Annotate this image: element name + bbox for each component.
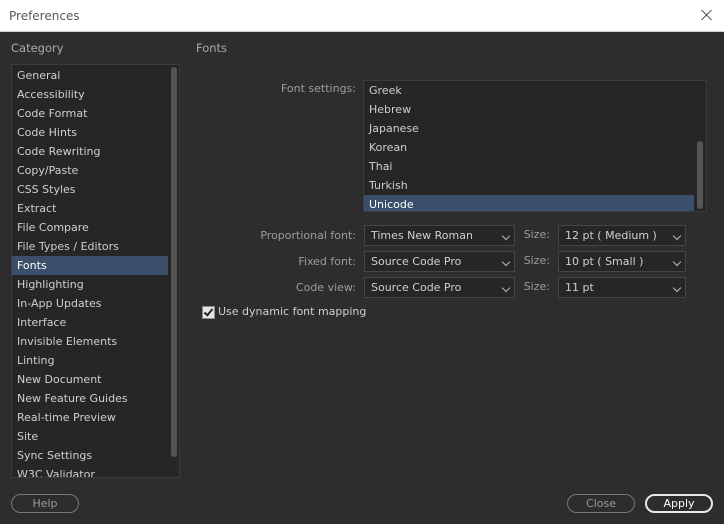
category-item[interactable]: Accessibility: [12, 85, 168, 104]
category-item[interactable]: File Types / Editors: [12, 237, 168, 256]
category-item[interactable]: Sync Settings: [12, 446, 168, 465]
chevron-down-icon: [672, 283, 682, 293]
chevron-down-icon: [501, 231, 511, 241]
category-item[interactable]: Code Format: [12, 104, 168, 123]
close-icon[interactable]: [698, 6, 716, 24]
code-view-label: Code view:: [295, 281, 356, 294]
category-item[interactable]: New Document: [12, 370, 168, 389]
code-view-size-label: Size:: [523, 280, 550, 293]
category-header: Category: [11, 41, 64, 55]
font-settings-item[interactable]: Greek: [364, 81, 694, 100]
proportional-font-select[interactable]: Times New Roman: [364, 225, 515, 246]
category-item[interactable]: General: [12, 66, 168, 85]
title-bar: Preferences: [0, 0, 724, 32]
font-settings-label: Font settings:: [280, 82, 356, 95]
category-item[interactable]: W3C Validator: [12, 465, 168, 477]
window-title: Preferences: [9, 9, 80, 23]
category-item[interactable]: Code Rewriting: [12, 142, 168, 161]
font-settings-item-selected[interactable]: Unicode: [364, 195, 694, 211]
category-item[interactable]: Extract: [12, 199, 168, 218]
category-item[interactable]: Real-time Preview: [12, 408, 168, 427]
fixed-font-select[interactable]: Source Code Pro: [364, 251, 515, 272]
apply-button[interactable]: Apply: [645, 494, 713, 513]
category-item[interactable]: In-App Updates: [12, 294, 168, 313]
dynamic-font-mapping-label[interactable]: Use dynamic font mapping: [218, 305, 366, 318]
chevron-down-icon: [501, 283, 511, 293]
category-item[interactable]: File Compare: [12, 218, 168, 237]
code-view-font-value: Source Code Pro: [371, 281, 462, 294]
font-settings-item[interactable]: Korean: [364, 138, 694, 157]
font-settings-item[interactable]: Thai: [364, 157, 694, 176]
chevron-down-icon: [501, 257, 511, 267]
code-view-size-select[interactable]: 11 pt: [558, 277, 686, 298]
font-settings-scrollbar[interactable]: [697, 141, 703, 209]
code-view-size-value: 11 pt: [565, 281, 594, 294]
fixed-size-value: 10 pt ( Small ): [565, 255, 644, 268]
font-settings-item[interactable]: Hebrew: [364, 100, 694, 119]
category-item[interactable]: Copy/Paste: [12, 161, 168, 180]
proportional-size-label: Size:: [523, 228, 550, 241]
category-item[interactable]: New Feature Guides: [12, 389, 168, 408]
close-button[interactable]: Close: [567, 494, 635, 513]
proportional-size-value: 12 pt ( Medium ): [565, 229, 657, 242]
dynamic-font-mapping-checkbox[interactable]: [202, 306, 215, 319]
code-view-font-select[interactable]: Source Code Pro: [364, 277, 515, 298]
font-settings-item[interactable]: Turkish: [364, 176, 694, 195]
chevron-down-icon: [672, 257, 682, 267]
category-item-selected[interactable]: Fonts: [12, 256, 168, 275]
category-scrollbar[interactable]: [171, 67, 177, 457]
category-list[interactable]: General Accessibility Code Format Code H…: [11, 64, 180, 478]
help-button[interactable]: Help: [11, 494, 79, 513]
category-item[interactable]: CSS Styles: [12, 180, 168, 199]
fixed-font-value: Source Code Pro: [371, 255, 462, 268]
category-item[interactable]: Invisible Elements: [12, 332, 168, 351]
font-settings-list[interactable]: Greek Hebrew Japanese Korean Thai Turkis…: [363, 80, 707, 212]
category-item[interactable]: Interface: [12, 313, 168, 332]
proportional-font-value: Times New Roman: [371, 229, 473, 242]
fixed-font-label: Fixed font:: [298, 255, 356, 268]
fixed-size-select[interactable]: 10 pt ( Small ): [558, 251, 686, 272]
category-item[interactable]: Highlighting: [12, 275, 168, 294]
chevron-down-icon: [672, 231, 682, 241]
category-item[interactable]: Site: [12, 427, 168, 446]
proportional-font-label: Proportional font:: [260, 229, 356, 242]
fixed-size-label: Size:: [523, 254, 550, 267]
font-settings-item[interactable]: Japanese: [364, 119, 694, 138]
category-item[interactable]: Code Hints: [12, 123, 168, 142]
proportional-size-select[interactable]: 12 pt ( Medium ): [558, 225, 686, 246]
category-item[interactable]: Linting: [12, 351, 168, 370]
panel-header: Fonts: [196, 41, 228, 55]
